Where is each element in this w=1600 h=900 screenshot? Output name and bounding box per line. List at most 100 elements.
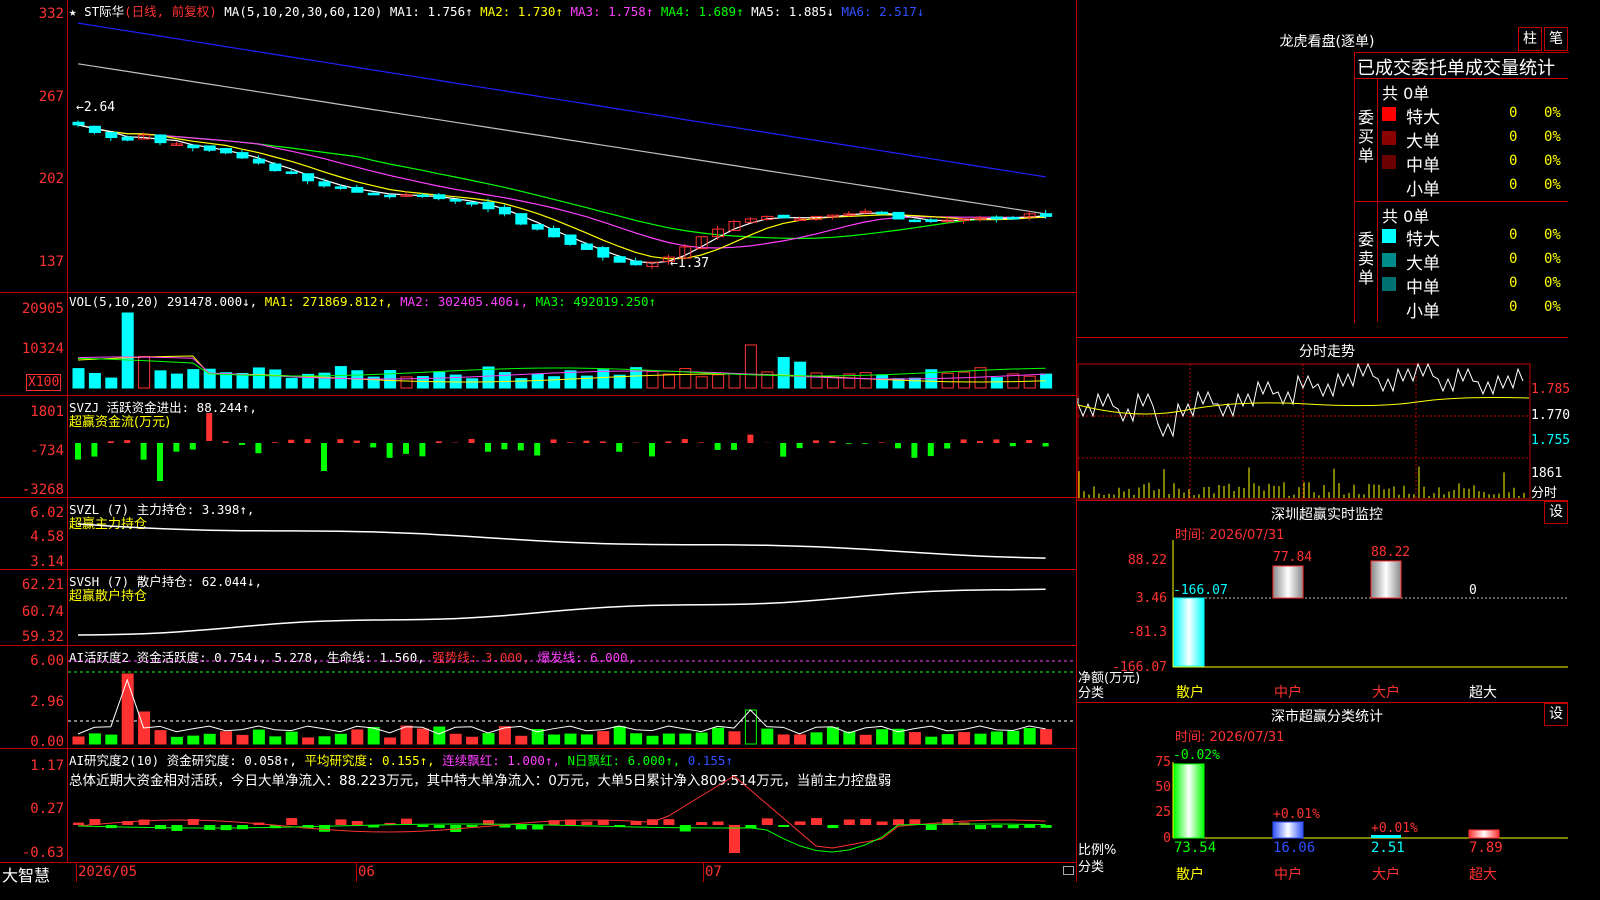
ai-active-bar [302,737,315,745]
ai-research-bar [712,821,724,825]
svzj-bar [780,443,787,457]
svzj-bar [107,441,114,443]
candle-body [269,163,282,172]
ai-research-bar [761,818,773,825]
ai-research-bar [729,825,740,853]
ai-research-bar [696,822,708,825]
ai-active-bar [400,725,413,745]
right-panel: 龙虎看盘(逐单) 柱 笔 已成交委托单成交量统计 委买单 委卖单 共 0单 共 … [1077,0,1570,883]
volume-bar [466,378,479,389]
ai-active-bar [728,731,741,745]
candle-body [351,186,364,193]
svzj-bar [75,443,81,460]
svzj-bar [993,439,1000,443]
candle-body [564,234,577,245]
ai-active-bar [695,732,708,745]
ai-active-bar [449,733,462,745]
svzj-bar [747,434,754,443]
svsh-line [77,588,1046,636]
class-bar-xlarge [1468,829,1500,839]
ai-active-bar [170,736,183,745]
ai-research-bar [794,821,806,825]
monitor-bar-retail [1173,597,1205,667]
ai-active-bar [154,730,167,745]
ai-active-bar [482,733,495,745]
volume-bar [170,373,183,389]
ai-active-bar [285,731,298,745]
svzj-bar [419,443,426,457]
ai-active-bar [367,727,380,745]
svzj-bar [288,439,295,443]
svzj-bar [321,443,327,471]
volume-bar [252,367,265,389]
ai-active-bar [564,733,577,745]
svzj-bar [140,443,147,460]
ai-active-bar [613,726,626,745]
ai-active-bar [220,731,233,745]
svzj-bar [878,442,885,443]
volume-bar [646,371,659,389]
svzj-bar [796,443,803,449]
svzj-bar [534,443,541,456]
candle-body [580,243,593,250]
volume-bar [121,312,134,389]
ai-active-bar [334,733,347,745]
ai-active-bar [761,728,774,745]
svzj-bar [845,443,852,444]
candlestick-chart [68,22,1076,853]
svzj-bar [485,443,491,452]
class-bar-mid [1272,821,1304,839]
ai-active-bar [1023,728,1036,745]
ai-active-bar [646,735,659,745]
ai-active-bar [187,735,200,745]
volume-bar [482,366,495,389]
volume-bar [548,376,561,389]
volume-bar [810,372,823,389]
candle-body [252,158,265,164]
svzj-bar [698,442,705,443]
ai-active-bar [1040,729,1053,745]
ai-active-bar [597,731,610,745]
ai-research-bar [237,825,248,830]
ai-active-bar [876,729,889,745]
svzj-bar [829,441,836,443]
volume-bar [744,344,757,389]
svzj-bar [665,441,672,443]
ai-active-bar [958,732,971,745]
ai-active-bar [548,734,561,745]
ai-active-bar [908,732,921,745]
candle-body [416,194,429,198]
ai-active-bar [105,734,118,745]
ai-active-bar [466,736,479,745]
ma-line-1 [77,22,1046,178]
candle-body [285,171,298,174]
volume-bar [941,372,954,389]
volume-bar [712,374,725,389]
svzj-bar [1042,443,1049,447]
volume-bar [515,378,528,389]
volume-bar [990,377,1003,389]
volume-bar [334,366,347,389]
candle-body [597,247,610,258]
ai-research-bar [417,825,429,828]
candle-body [236,152,249,159]
svzl-line [77,523,1046,559]
svzj-bar [944,443,951,449]
ai-active-bar [941,734,954,745]
ai-active-bar [72,736,85,745]
ai-research-bar [893,819,904,825]
svzj-bar [517,443,524,451]
candle-body [908,219,921,223]
monitor-bar-mid [1272,565,1304,599]
ai-research-bar [532,825,544,830]
volume-bar [269,369,282,389]
chart-area[interactable]: ★ ST际华(日线, 前复权) MA(5,10,20,30,60,120) MA… [0,0,1077,885]
ai-research-bar [73,822,84,825]
svzj-bar [813,440,819,443]
candle-body [384,194,397,198]
svzj-bar [304,439,311,443]
ai-active-bar [810,732,823,745]
candle-body [203,145,216,151]
ai-active-bar [433,726,446,745]
volume-bar [433,371,446,389]
